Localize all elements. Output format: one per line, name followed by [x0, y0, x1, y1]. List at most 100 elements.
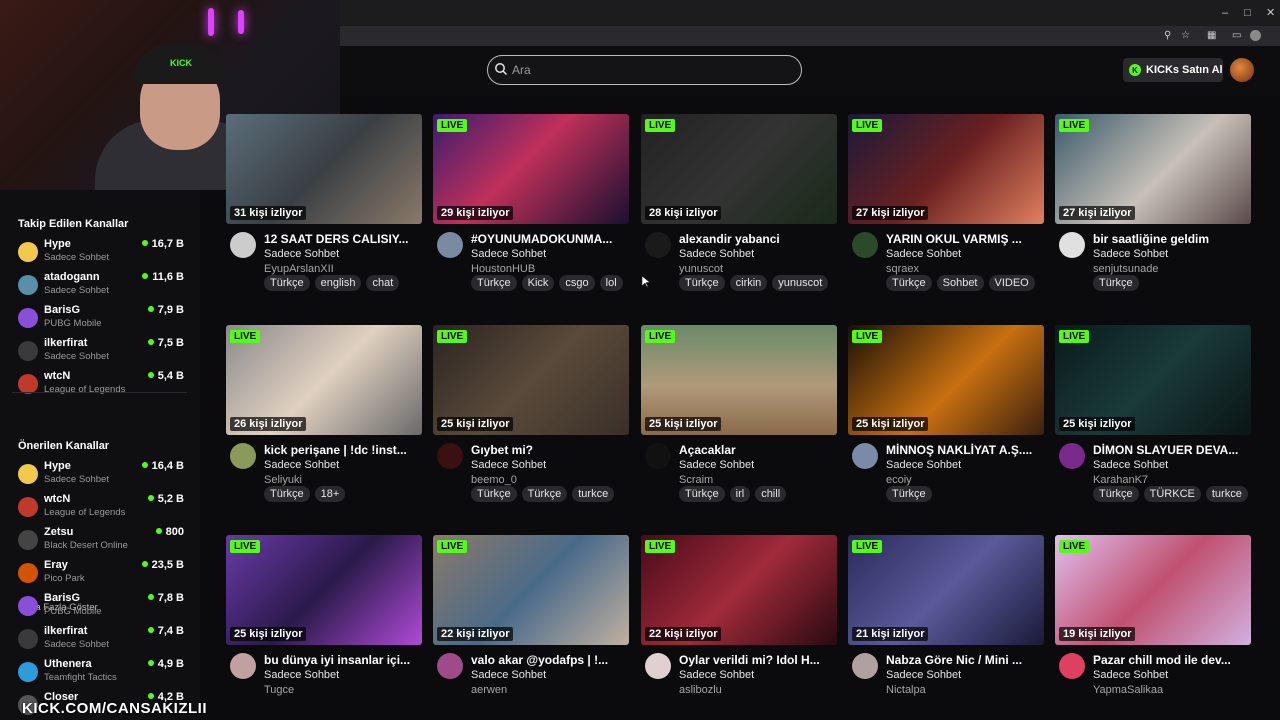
sidebar-channel-item[interactable]: BarisG PUBG Mobile 7,9 B	[18, 304, 184, 336]
stream-card[interactable]: LIVE 19 kişi izliyor Pazar chill mod ile d…	[1055, 535, 1251, 720]
stream-tag[interactable]: turkce	[572, 486, 615, 502]
stream-thumbnail[interactable]: LIVE 25 kişi izliyor	[433, 325, 629, 435]
sidebar-channel-item[interactable]: Uthenera Teamfight Tactics 4,9 B	[18, 658, 184, 690]
streamer-avatar[interactable]	[852, 232, 878, 258]
streamer-username[interactable]: senjutsunade	[1093, 263, 1158, 275]
stream-thumbnail[interactable]: LIVE 19 kişi izliyor	[1055, 535, 1251, 645]
stream-category[interactable]: Sadece Sohbet	[471, 248, 546, 260]
stream-thumbnail[interactable]: LIVE 25 kişi izliyor	[848, 325, 1044, 435]
streamer-avatar[interactable]	[437, 443, 463, 469]
stream-tag[interactable]: Türkçe	[1093, 275, 1139, 291]
stream-tag[interactable]: Türkçe	[471, 486, 517, 502]
stream-card[interactable]: LIVE 25 kişi izliyor DİMON SLAYUER DEVA...…	[1055, 325, 1251, 525]
stream-card[interactable]: LIVE 28 kişi izliyor alexandir yabanci Sade…	[641, 114, 837, 314]
stream-category[interactable]: Sadece Sohbet	[264, 248, 339, 260]
stream-title[interactable]: alexandir yabanci	[679, 232, 837, 246]
stream-tag[interactable]: cirkin	[729, 275, 768, 291]
stream-thumbnail[interactable]: LIVE 22 kişi izliyor	[641, 535, 837, 645]
streamer-username[interactable]: KarahanK7	[1093, 474, 1148, 486]
stream-category[interactable]: Sadece Sohbet	[679, 248, 754, 260]
sidebar-channel-item[interactable]: Zetsu Black Desert Online 800	[18, 526, 184, 558]
sidebar-channel-item[interactable]: wtcN League of Legends 5,4 B	[18, 370, 184, 402]
stream-card[interactable]: LIVE 26 kişi izliyor kick perişane | !dc !…	[226, 325, 422, 525]
streamer-avatar[interactable]	[645, 232, 671, 258]
stream-thumbnail[interactable]: 31 kişi izliyor	[226, 114, 422, 224]
stream-tag[interactable]: english	[314, 275, 362, 291]
stream-card[interactable]: 31 kişi izliyor 12 SAAT DERS CALISIY... Sa…	[226, 114, 422, 314]
streamer-username[interactable]: HoustonHUB	[471, 263, 535, 275]
sidebar-channel-item[interactable]: atadogann Sadece Sohbet 11,6 B	[18, 271, 184, 303]
stream-title[interactable]: Pazar chill mod ile dev...	[1093, 653, 1251, 667]
stream-thumbnail[interactable]: LIVE 28 kişi izliyor	[641, 114, 837, 224]
stream-thumbnail[interactable]: LIVE 25 kişi izliyor	[641, 325, 837, 435]
streamer-username[interactable]: Tugce	[264, 684, 294, 696]
stream-category[interactable]: Sadece Sohbet	[1093, 459, 1168, 471]
streamer-avatar[interactable]	[230, 232, 256, 258]
stream-thumbnail[interactable]: LIVE 27 kişi izliyor	[1055, 114, 1251, 224]
stream-tag[interactable]: Türkçe	[521, 486, 568, 502]
stream-card[interactable]: LIVE 27 kişi izliyor bir saatliğine geldim…	[1055, 114, 1251, 314]
streamer-username[interactable]: aerwen	[471, 684, 507, 696]
streamer-avatar[interactable]	[852, 443, 878, 469]
stream-title[interactable]: MİNNOŞ NAKLİYAT A.Ş....	[886, 443, 1044, 457]
sidebar-channel-item[interactable]: BarisG PUBG Mobile 7,8 B	[18, 592, 184, 624]
streamer-avatar[interactable]	[230, 653, 256, 679]
streamer-username[interactable]: YapmaSalikaa	[1093, 684, 1163, 696]
stream-thumbnail[interactable]: LIVE 25 kişi izliyor	[226, 535, 422, 645]
stream-card[interactable]: LIVE 27 kişi izliyor YARIN OKUL VARMIŞ ...…	[848, 114, 1044, 314]
user-avatar[interactable]	[1230, 58, 1254, 82]
stream-category[interactable]: Sadece Sohbet	[471, 459, 546, 471]
stream-tag[interactable]: Kick	[521, 275, 555, 291]
stream-tag[interactable]: Türkçe	[679, 275, 725, 291]
stream-tag[interactable]: Türkçe	[679, 486, 725, 502]
stream-tag[interactable]: Türkçe	[264, 486, 310, 502]
stream-category[interactable]: Sadece Sohbet	[1093, 669, 1168, 681]
minimize-icon[interactable]: –	[1222, 6, 1228, 20]
stream-thumbnail[interactable]: LIVE 29 kişi izliyor	[433, 114, 629, 224]
stream-category[interactable]: Sadece Sohbet	[679, 459, 754, 471]
stream-title[interactable]: YARIN OKUL VARMIŞ ...	[886, 232, 1044, 246]
stream-thumbnail[interactable]: LIVE 27 kişi izliyor	[848, 114, 1044, 224]
stream-category[interactable]: Sadece Sohbet	[679, 669, 754, 681]
stream-title[interactable]: kick perişane | !dc !inst...	[264, 443, 422, 457]
sidebar-channel-item[interactable]: ilkerfirat Sadece Sohbet 7,5 B	[18, 337, 184, 369]
stream-category[interactable]: Sadece Sohbet	[886, 669, 961, 681]
stream-tag[interactable]: VIDEO	[988, 275, 1035, 291]
stream-tag[interactable]: Türkçe	[471, 275, 517, 291]
streamer-username[interactable]: EyupArslanXII	[264, 263, 334, 275]
buy-kicks-button[interactable]: K KICKs Satın Al	[1123, 58, 1223, 82]
stream-card[interactable]: LIVE 22 kişi izliyor Oylar verildi mi? Ido…	[641, 535, 837, 720]
stream-tag[interactable]: yunuscot	[772, 275, 829, 291]
cast-icon[interactable]: ▭	[1232, 30, 1241, 42]
streamer-avatar[interactable]	[437, 653, 463, 679]
sidebar-channel-item[interactable]: wtcN League of Legends 5,2 B	[18, 493, 184, 525]
browser-profile-icon[interactable]	[1250, 30, 1261, 41]
stream-tag[interactable]: csgo	[559, 275, 595, 291]
zoom-icon[interactable]: ⚲	[1164, 30, 1171, 42]
stream-title[interactable]: Açacaklar	[679, 443, 837, 457]
streamer-username[interactable]: aslibozlu	[679, 684, 722, 696]
stream-category[interactable]: Sadece Sohbet	[471, 669, 546, 681]
stream-tag[interactable]: TÜRKCE	[1143, 486, 1201, 502]
stream-category[interactable]: Sadece Sohbet	[264, 459, 339, 471]
stream-card[interactable]: LIVE 22 kişi izliyor valo akar @yodafps | …	[433, 535, 629, 720]
streamer-username[interactable]: Scraim	[679, 474, 713, 486]
sidebar-channel-item[interactable]: Eray Pico Park 23,5 B	[18, 559, 184, 591]
stream-title[interactable]: bu dünya iyi insanlar içi...	[264, 653, 422, 667]
extensions-icon[interactable]: ▦	[1207, 30, 1216, 42]
stream-tag[interactable]: chill	[755, 486, 787, 502]
stream-card[interactable]: LIVE 21 kişi izliyor Nabza Göre Nic / Mini…	[848, 535, 1044, 720]
stream-title[interactable]: 12 SAAT DERS CALISIY...	[264, 232, 422, 246]
streamer-username[interactable]: Seliyuki	[264, 474, 302, 486]
stream-category[interactable]: Sadece Sohbet	[264, 669, 339, 681]
stream-thumbnail[interactable]: LIVE 26 kişi izliyor	[226, 325, 422, 435]
stream-thumbnail[interactable]: LIVE 25 kişi izliyor	[1055, 325, 1251, 435]
streamer-avatar[interactable]	[1059, 232, 1085, 258]
stream-category[interactable]: Sadece Sohbet	[886, 248, 961, 260]
stream-tag[interactable]: irl	[729, 486, 751, 502]
sidebar-channel-item[interactable]: Hype Sadece Sohbet 16,7 B	[18, 238, 184, 270]
streamer-avatar[interactable]	[437, 232, 463, 258]
sidebar-channel-item[interactable]: ilkerfirat Sadece Sohbet 7,4 B	[18, 625, 184, 657]
stream-tag[interactable]: Türkçe	[886, 275, 932, 291]
streamer-avatar[interactable]	[852, 653, 878, 679]
